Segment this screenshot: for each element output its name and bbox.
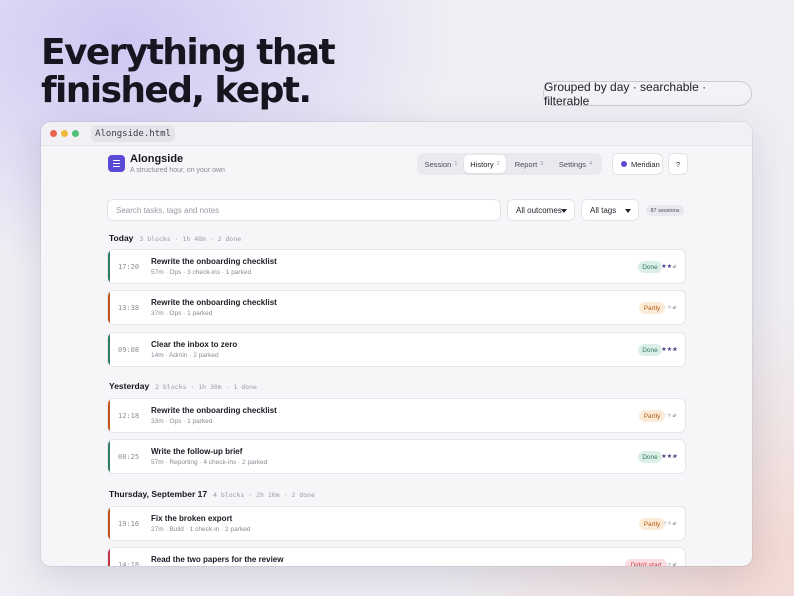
day-group-header: Thursday, September 17 4 blocks · 2h 16m … <box>109 489 315 501</box>
status-color-bar <box>108 548 110 566</box>
day-group-title: Yesterday <box>109 381 150 391</box>
session-card[interactable]: 17:20 Rewrite the onboarding checklist 57m… <box>107 249 686 284</box>
expand-chevron-icon[interactable]: ⌄ <box>671 346 677 354</box>
session-meta: 27m · Build · 1 check-in · 2 parked <box>151 526 251 533</box>
session-task-title: Rewrite the onboarding checklist <box>151 257 277 266</box>
session-time: 12:18 <box>118 412 140 420</box>
session-card[interactable]: 19:16 Fix the broken export 27m · Build · … <box>107 506 686 541</box>
file-tab[interactable]: Alongside.html <box>91 125 175 142</box>
expand-chevron-icon[interactable]: ⌄ <box>671 453 677 461</box>
minimize-window-dot[interactable] <box>61 130 68 137</box>
tags-filter-value: All tags <box>590 205 617 215</box>
user-name: Meridian <box>631 159 660 169</box>
chevron-down-icon <box>561 209 567 213</box>
user-avatar-dot <box>621 161 627 167</box>
session-time: 09:08 <box>118 346 140 354</box>
session-card[interactable]: 14:18 Read the two papers for the review ★… <box>107 547 686 566</box>
close-window-dot[interactable] <box>50 130 57 137</box>
tab-session[interactable]: Session 1 <box>420 155 462 173</box>
session-task-title: Rewrite the onboarding checklist <box>151 406 277 415</box>
tab-report-count: 3 <box>540 161 544 167</box>
sessions-count-badge: 87 sessions <box>646 205 684 216</box>
expand-chevron-icon[interactable]: ⌄ <box>671 412 677 420</box>
title-bar: Alongside.html <box>41 122 752 146</box>
maximize-window-dot[interactable] <box>72 130 79 137</box>
status-color-bar <box>108 291 110 324</box>
status-badge: Partly <box>639 410 665 422</box>
session-card[interactable]: 08:25 Write the follow-up brief 57m · Repo… <box>107 439 686 474</box>
day-group-header: Yesterday 2 blocks · 1h 30m · 1 done <box>109 381 257 393</box>
session-meta: 33m · Ops · 1 parked <box>151 418 213 425</box>
session-time: 08:25 <box>118 453 140 461</box>
session-time: 17:20 <box>118 263 140 271</box>
main-nav: Session 1 History 2 Report 3 Settings 4 <box>417 153 602 175</box>
status-badge: Done <box>638 261 662 273</box>
help-button[interactable]: ? <box>668 153 688 175</box>
app-logo-menu-icon <box>108 155 125 172</box>
session-card[interactable]: 09:08 Clear the inbox to zero 14m · Admin … <box>107 332 686 367</box>
day-group-summary: 4 blocks · 2h 16m · 2 done <box>213 491 315 499</box>
session-meta: 37m · Ops · 1 parked <box>151 310 213 317</box>
session-task-title: Fix the broken export <box>151 514 233 523</box>
session-card[interactable]: 12:18 Rewrite the onboarding checklist 33m… <box>107 398 686 433</box>
session-meta: 57m · Reporting · 4 check-ins · 2 parked <box>151 459 268 466</box>
day-group-summary: 3 blocks · 1h 48m · 2 done <box>139 235 242 243</box>
tags-filter-select[interactable]: All tags <box>581 199 639 221</box>
headline: Everything that finished, kept. <box>41 32 336 111</box>
status-color-bar <box>108 250 110 283</box>
day-group-header: Today 3 blocks · 1h 48m · 2 done <box>109 233 241 245</box>
status-badge: Didn't start <box>625 559 667 566</box>
chevron-down-icon <box>625 209 631 213</box>
tab-report-label: Report <box>514 159 538 169</box>
expand-chevron-icon[interactable]: ⌄ <box>671 263 677 271</box>
outcome-filter-select[interactable]: All outcomes <box>507 199 575 221</box>
tab-session-label: Session <box>424 159 452 169</box>
status-color-bar <box>108 440 110 473</box>
tab-history-label: History <box>470 159 494 169</box>
tab-settings[interactable]: Settings 4 <box>552 155 599 173</box>
session-task-title: Rewrite the onboarding checklist <box>151 298 277 307</box>
expand-chevron-icon[interactable]: ⌄ <box>671 520 677 528</box>
day-group-summary: 2 blocks · 1h 30m · 1 done <box>155 383 257 391</box>
outcome-filter-value: All outcomes <box>516 205 562 215</box>
expand-chevron-icon[interactable]: ⌄ <box>671 304 677 312</box>
tab-history[interactable]: History 2 <box>464 155 506 173</box>
status-color-bar <box>108 333 110 366</box>
session-meta: 57m · Ops · 3 check-ins · 1 parked <box>151 269 252 276</box>
session-task-title: Write the follow-up brief <box>151 447 243 456</box>
user-button[interactable]: Meridian <box>612 153 663 175</box>
status-badge: Done <box>638 344 662 356</box>
status-badge: Partly <box>639 302 665 314</box>
search-input[interactable] <box>107 199 501 221</box>
tab-report[interactable]: Report 3 <box>508 155 550 173</box>
tab-session-count: 1 <box>454 161 458 167</box>
app-name: Alongside <box>130 153 184 165</box>
headline-line-2: finished, kept. <box>41 70 312 111</box>
tab-settings-label: Settings <box>558 159 587 169</box>
status-color-bar <box>108 507 110 540</box>
feature-pill: Grouped by day · searchable · filterable <box>543 80 752 108</box>
day-group-title: Thursday, September 17 <box>109 489 208 499</box>
status-color-bar <box>108 399 110 432</box>
session-task-title: Read the two papers for the review <box>151 555 284 564</box>
app-tagline: A structured hour, on your own <box>130 167 225 174</box>
status-badge: Partly <box>639 518 665 530</box>
session-task-title: Clear the inbox to zero <box>151 340 238 349</box>
status-badge: Done <box>638 451 662 463</box>
session-time: 19:16 <box>118 520 140 528</box>
session-time: 13:38 <box>118 304 140 312</box>
browser-window: Alongside.html Alongside A structured ho… <box>41 122 752 566</box>
day-group-title: Today <box>109 233 134 243</box>
session-time: 14:18 <box>118 561 140 566</box>
expand-chevron-icon[interactable]: ⌄ <box>671 561 677 566</box>
session-meta: 14m · Admin · 2 parked <box>151 352 219 359</box>
session-card[interactable]: 13:38 Rewrite the onboarding checklist 37m… <box>107 290 686 325</box>
tab-settings-count: 4 <box>589 161 593 167</box>
headline-line-1: Everything that <box>41 32 336 73</box>
tab-history-count: 2 <box>496 161 500 167</box>
